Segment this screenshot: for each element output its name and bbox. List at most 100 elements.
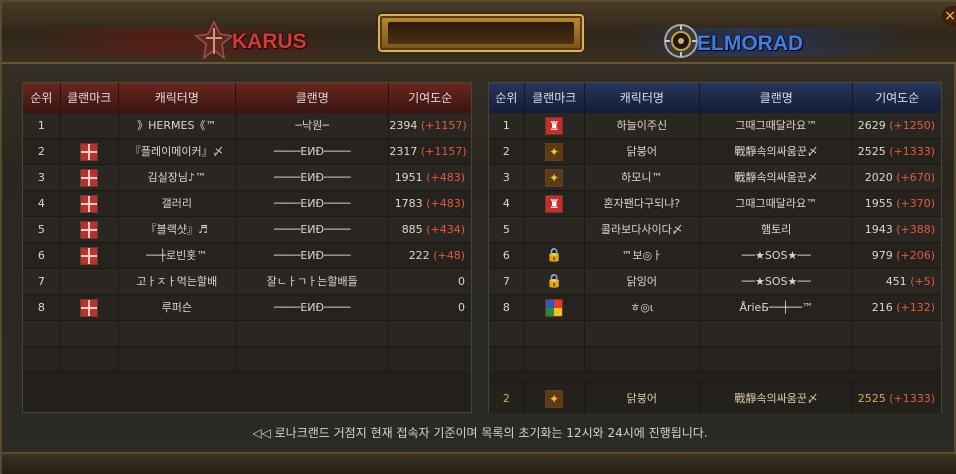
rank-cell: 5	[23, 217, 61, 243]
empty-cell	[700, 321, 854, 347]
my-rank-row[interactable]: 2 ✦ 닭붕어 戰靜속의싸움꾼〆 2525 (+1333)	[489, 382, 941, 414]
table-row[interactable]: 4 갤러리 ────EИĐ──── 1783 (+483)	[23, 191, 471, 217]
score-delta: (+206)	[896, 249, 935, 262]
lock-icon: 🔒	[546, 248, 563, 263]
table-row[interactable]: 2 ✦ 닭붕어 戰靜속의싸움꾼〆 2525 (+1333)	[489, 139, 941, 165]
score: 1951	[394, 171, 423, 184]
clan-mark-cell	[61, 269, 119, 295]
empty-cell	[700, 347, 854, 373]
clan-mark-icon: ✦	[545, 389, 564, 408]
empty-cell	[389, 321, 471, 347]
karus-rows: 1 》HERMES《™ ─낙원─ 2394 (+1157) 2 『플레이메이커』〆 ────…	[23, 113, 471, 373]
col-clan-mark[interactable]: 클랜마크	[60, 83, 119, 113]
clan-mark-cell	[61, 113, 119, 139]
window-header: KARUS ELMORAD ×	[2, 2, 956, 64]
clan-mark-cell: ♜	[525, 113, 585, 139]
rank-cell: 8	[489, 295, 525, 321]
lock-icon: 🔒	[546, 274, 563, 289]
score: 222	[408, 249, 430, 262]
karus-emblem-icon	[194, 20, 234, 60]
clan-name-cell: 그때그때달라요™	[700, 191, 854, 217]
contribution-cell: 2394 (+1157)	[389, 113, 471, 139]
clan-mark-icon: ♜	[545, 117, 564, 135]
rank-cell: 7	[489, 269, 525, 295]
contribution-cell: 451 (+5)	[853, 269, 941, 295]
karus-column-header: 순위 클랜마크 캐릭터명 클랜명 기여도순	[23, 83, 471, 113]
table-row[interactable]: 3 ✦ 하모니™ 戰靜속의싸움꾼〆 2020 (+670)	[489, 165, 941, 191]
bottom-frame-bar	[2, 452, 956, 474]
empty-cell	[61, 321, 119, 347]
table-row[interactable]: 7 고ㅏㅈㅏ먹는할배 잘ㄴㅏㄱㅏ는할배들 0	[23, 269, 471, 295]
rank-cell: 8	[23, 295, 61, 321]
col-character[interactable]: 캐릭터명	[584, 83, 701, 113]
empty-cell	[489, 347, 525, 373]
table-row[interactable]: 8 ㅎ◎ι ÅrieБ──┼──™ 216 (+132)	[489, 295, 941, 321]
score: 1783	[394, 197, 423, 210]
col-contribution[interactable]: 기여도순	[853, 83, 941, 113]
contribution-cell: 222 (+48)	[389, 243, 471, 269]
contribution-cell: 2317 (+1157)	[389, 139, 471, 165]
table-row[interactable]: 6 🔒 ™보◎ㅏ ──★SOS★── 979 (+206)	[489, 243, 941, 269]
character-name-cell: ──┼로빈홋™	[119, 243, 237, 269]
empty-cell	[236, 347, 390, 373]
karus-ranking-panel: 순위 클랜마크 캐릭터명 클랜명 기여도순 1 》HERMES《™ ─낙원─ 2394…	[22, 82, 472, 413]
col-rank[interactable]: 순위	[489, 83, 525, 113]
clan-mark-cell: 🔒	[525, 269, 585, 295]
rank-cell: 3	[23, 165, 61, 191]
footer-notice: ◁◁ 로나크랜드 거점지 현재 접속자 기준이며 목록의 초기화는 12시와 2…	[252, 426, 708, 440]
empty-row	[23, 347, 471, 373]
my-clan-mark: ✦	[525, 383, 585, 414]
score-delta: (+1157)	[420, 119, 467, 132]
score-delta: (+388)	[896, 223, 935, 236]
table-row[interactable]: 5 콜라보다사이다〆 햄토리 1943 (+388)	[489, 217, 941, 243]
empty-cell	[23, 321, 61, 347]
rank-cell: 6	[489, 243, 525, 269]
table-row[interactable]: 6 ──┼로빈홋™ ────EИĐ──── 222 (+48)	[23, 243, 471, 269]
score-delta: (+1333)	[889, 145, 935, 158]
clan-mark-cell: ✦	[525, 139, 585, 165]
close-button[interactable]: ×	[942, 6, 956, 26]
contribution-cell: 979 (+206)	[853, 243, 941, 269]
contribution-cell: 1955 (+370)	[853, 191, 941, 217]
score: 2629	[857, 119, 886, 132]
character-name-cell: 콜라보다사이다〆	[585, 217, 701, 243]
score: 979	[871, 249, 893, 262]
table-row[interactable]: 3 김실장님♪™ ────EИĐ──── 1951 (+483)	[23, 165, 471, 191]
col-character[interactable]: 캐릭터명	[118, 83, 237, 113]
karus-title: KARUS	[232, 30, 307, 53]
table-row[interactable]: 7 🔒 닭잉어 ──★SOS★── 451 (+5)	[489, 269, 941, 295]
clan-mark-icon: ♜	[545, 195, 564, 213]
rank-cell: 3	[489, 165, 525, 191]
rank-cell: 4	[489, 191, 525, 217]
my-contribution: 2525 (+1333)	[853, 383, 941, 414]
table-row[interactable]: 8 루퍼슨 ────EИĐ──── 0	[23, 295, 471, 321]
empty-cell	[585, 321, 701, 347]
empty-cell	[119, 321, 237, 347]
score: 2020	[864, 171, 893, 184]
contribution-cell: 0	[389, 295, 471, 321]
col-rank[interactable]: 순위	[23, 83, 61, 113]
empty-cell	[585, 347, 701, 373]
contribution-cell: 216 (+132)	[853, 295, 941, 321]
col-clan-name[interactable]: 클랜명	[700, 83, 854, 113]
score-delta: (+434)	[426, 223, 465, 236]
table-row[interactable]: 1 》HERMES《™ ─낙원─ 2394 (+1157)	[23, 113, 471, 139]
score-delta: (+5)	[910, 275, 935, 288]
table-row[interactable]: 4 ♜ 혼자팬다구되냐? 그때그때달라요™ 1955 (+370)	[489, 191, 941, 217]
rank-cell: 1	[489, 113, 525, 139]
elmorad-ranking-panel: 순위 클랜마크 캐릭터명 클랜명 기여도순 1 ♜ 하늘이주신 그때그때달라요™ 262…	[488, 82, 942, 414]
col-contribution[interactable]: 기여도순	[389, 83, 471, 113]
score-delta: (+1250)	[889, 119, 935, 132]
clan-mark-cell	[61, 139, 119, 165]
table-row[interactable]: 1 ♜ 하늘이주신 그때그때달라요™ 2629 (+1250)	[489, 113, 941, 139]
col-clan-name[interactable]: 클랜명	[236, 83, 390, 113]
score: 2317	[389, 145, 418, 158]
col-clan-mark[interactable]: 클랜마크	[524, 83, 585, 113]
table-row[interactable]: 2 『플레이메이커』〆 ────EИĐ──── 2317 (+1157)	[23, 139, 471, 165]
my-clan-name: 戰靜속의싸움꾼〆	[700, 383, 854, 414]
clan-name-cell: ─낙원─	[236, 113, 390, 139]
table-row[interactable]: 5 『블랙샷』♬ ────EИĐ──── 885 (+434)	[23, 217, 471, 243]
character-name-cell: 『블랙샷』♬	[119, 217, 237, 243]
character-name-cell: 닭붕어	[585, 139, 701, 165]
empty-cell	[119, 347, 237, 373]
